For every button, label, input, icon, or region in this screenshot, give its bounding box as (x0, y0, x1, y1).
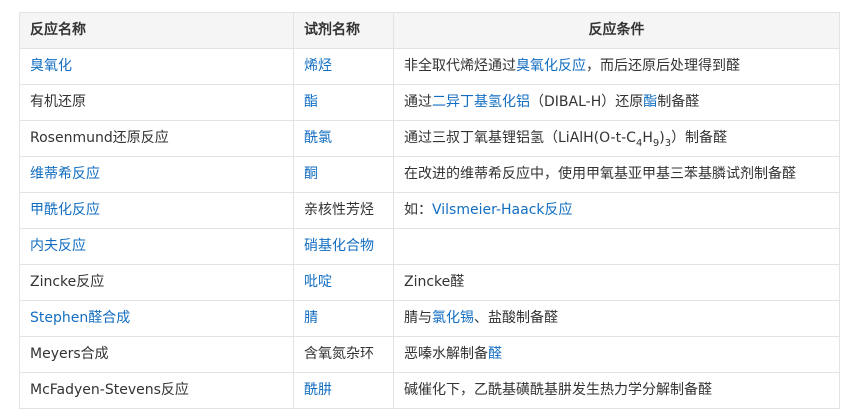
reagent-cell[interactable]: 烯烃 (293, 48, 394, 85)
reagent-cell: 亲核性芳烃 (293, 192, 394, 229)
condition-cell: 恶嗪水解制备醛 (393, 336, 840, 373)
reagent-cell[interactable]: 酮 (293, 156, 394, 193)
reaction-name-cell: McFadyen-Stevens反应 (19, 372, 294, 409)
reaction-name-cell: Rosenmund还原反应 (19, 120, 294, 157)
aldehyde-synthesis-table: 反应名称 试剂名称 反应条件 臭氧化 烯烃 非全取代烯烃通过臭氧化反应，而后还原… (19, 12, 840, 409)
condition-cell: 通过二异丁基氢化铝（DIBAL-H）还原酯制备醛 (393, 84, 840, 121)
reaction-name-link[interactable]: Stephen醛合成 (30, 310, 130, 326)
header-reagent-name: 试剂名称 (293, 12, 394, 49)
condition-link[interactable]: 二异丁基氢化铝 (432, 94, 530, 110)
condition-text: 通过三叔丁氧基锂铝氢（LiAlH(O-t-C (404, 130, 636, 146)
reaction-name-cell[interactable]: 内夫反应 (19, 228, 294, 265)
reagent-link[interactable]: 烯烃 (304, 58, 332, 74)
condition-cell (393, 228, 840, 265)
table-row: Zincke反应 吡啶 Zincke醛 (19, 264, 840, 301)
table-row: McFadyen-Stevens反应 酰肼 碱催化下，乙酰基磺酰基肼发生热力学分… (19, 372, 840, 409)
reaction-name-cell[interactable]: 甲酰化反应 (19, 192, 294, 229)
reaction-name-text: Zincke反应 (30, 274, 105, 290)
reagent-text: 含氧氮杂环 (304, 346, 374, 362)
reaction-name-link[interactable]: 臭氧化 (30, 58, 72, 74)
condition-cell: 通过三叔丁氧基锂铝氢（LiAlH(O-t-C4H9)3）制备醛 (393, 120, 840, 157)
condition-cell: 碱催化下，乙酰基磺酰基肼发生热力学分解制备醛 (393, 372, 840, 409)
reaction-name-text: Rosenmund还原反应 (30, 130, 169, 146)
table-row: Meyers合成 含氧氮杂环 恶嗪水解制备醛 (19, 336, 840, 373)
condition-text: ）制备醛 (671, 130, 728, 146)
reagent-cell[interactable]: 酰肼 (293, 372, 394, 409)
condition-text: 在改进的维蒂希反应中，使用甲氧基亚甲基三苯基膦试剂制备醛 (404, 166, 796, 182)
table-row: 甲酰化反应 亲核性芳烃 如：Vilsmeier-Haack反应 (19, 192, 840, 229)
condition-text: （DIBAL-H）还原 (530, 94, 644, 110)
table-row: Rosenmund还原反应 酰氯 通过三叔丁氧基锂铝氢（LiAlH(O-t-C4… (19, 120, 840, 157)
reaction-name-cell: Meyers合成 (19, 336, 294, 373)
header-reaction-conditions: 反应条件 (393, 12, 840, 49)
reagent-link[interactable]: 酰氯 (304, 130, 332, 146)
reaction-name-cell[interactable]: Stephen醛合成 (19, 300, 294, 337)
reaction-name-text: 有机还原 (30, 94, 86, 110)
reagent-link[interactable]: 酰肼 (304, 382, 332, 398)
table-row: 维蒂希反应 酮 在改进的维蒂希反应中，使用甲氧基亚甲基三苯基膦试剂制备醛 (19, 156, 840, 193)
reaction-name-cell: Zincke反应 (19, 264, 294, 301)
condition-text: ，而后还原后处理得到醛 (586, 58, 740, 74)
condition-cell: 在改进的维蒂希反应中，使用甲氧基亚甲基三苯基膦试剂制备醛 (393, 156, 840, 193)
table-header-row: 反应名称 试剂名称 反应条件 (19, 12, 840, 49)
condition-link[interactable]: 臭氧化反应 (516, 58, 586, 74)
condition-cell: Zincke醛 (393, 264, 840, 301)
condition-cell: 如：Vilsmeier-Haack反应 (393, 192, 840, 229)
table-row: 臭氧化 烯烃 非全取代烯烃通过臭氧化反应，而后还原后处理得到醛 (19, 48, 840, 85)
condition-text: 腈与 (404, 310, 432, 326)
reaction-name-cell[interactable]: 维蒂希反应 (19, 156, 294, 193)
condition-text: 制备醛 (657, 94, 700, 110)
reaction-name-link[interactable]: 维蒂希反应 (30, 166, 100, 182)
condition-link[interactable]: Vilsmeier-Haack反应 (432, 202, 573, 218)
condition-link[interactable]: 醛 (488, 346, 502, 362)
condition-text: 、盐酸制备醛 (474, 310, 558, 326)
condition-text: 非全取代烯烃通过 (404, 58, 516, 74)
reagent-cell[interactable]: 酰氯 (293, 120, 394, 157)
condition-link[interactable]: 氯化锡 (432, 310, 474, 326)
reagent-link[interactable]: 酯 (304, 94, 318, 110)
table-row: 有机还原 酯 通过二异丁基氢化铝（DIBAL-H）还原酯制备醛 (19, 84, 840, 121)
condition-text: Zincke醛 (404, 274, 465, 290)
table-row: 内夫反应 硝基化合物 (19, 228, 840, 265)
condition-text: 恶嗪水解制备 (404, 346, 488, 362)
condition-text: H (642, 130, 653, 146)
reagent-cell[interactable]: 吡啶 (293, 264, 394, 301)
condition-link[interactable]: 酯 (643, 94, 657, 110)
reagent-text: 亲核性芳烃 (304, 202, 374, 218)
table-row: Stephen醛合成 腈 腈与氯化锡、盐酸制备醛 (19, 300, 840, 337)
reaction-name-text: McFadyen-Stevens反应 (30, 382, 189, 398)
reagent-cell[interactable]: 腈 (293, 300, 394, 337)
reagent-link[interactable]: 吡啶 (304, 274, 332, 290)
reagent-link[interactable]: 腈 (304, 310, 318, 326)
reagent-link[interactable]: 硝基化合物 (304, 238, 374, 254)
reaction-name-cell[interactable]: 臭氧化 (19, 48, 294, 85)
condition-text: 碱催化下，乙酰基磺酰基肼发生热力学分解制备醛 (404, 382, 712, 398)
reaction-name-cell: 有机还原 (19, 84, 294, 121)
reagent-cell[interactable]: 硝基化合物 (293, 228, 394, 265)
condition-cell: 非全取代烯烃通过臭氧化反应，而后还原后处理得到醛 (393, 48, 840, 85)
condition-cell: 腈与氯化锡、盐酸制备醛 (393, 300, 840, 337)
header-reaction-name: 反应名称 (19, 12, 294, 49)
reaction-name-text: Meyers合成 (30, 346, 109, 362)
condition-text: 通过 (404, 94, 432, 110)
reagent-cell[interactable]: 酯 (293, 84, 394, 121)
reaction-name-link[interactable]: 内夫反应 (30, 238, 86, 254)
reaction-name-link[interactable]: 甲酰化反应 (30, 202, 100, 218)
reagent-link[interactable]: 酮 (304, 166, 318, 182)
condition-text: 如： (404, 202, 432, 218)
reagent-cell: 含氧氮杂环 (293, 336, 394, 373)
